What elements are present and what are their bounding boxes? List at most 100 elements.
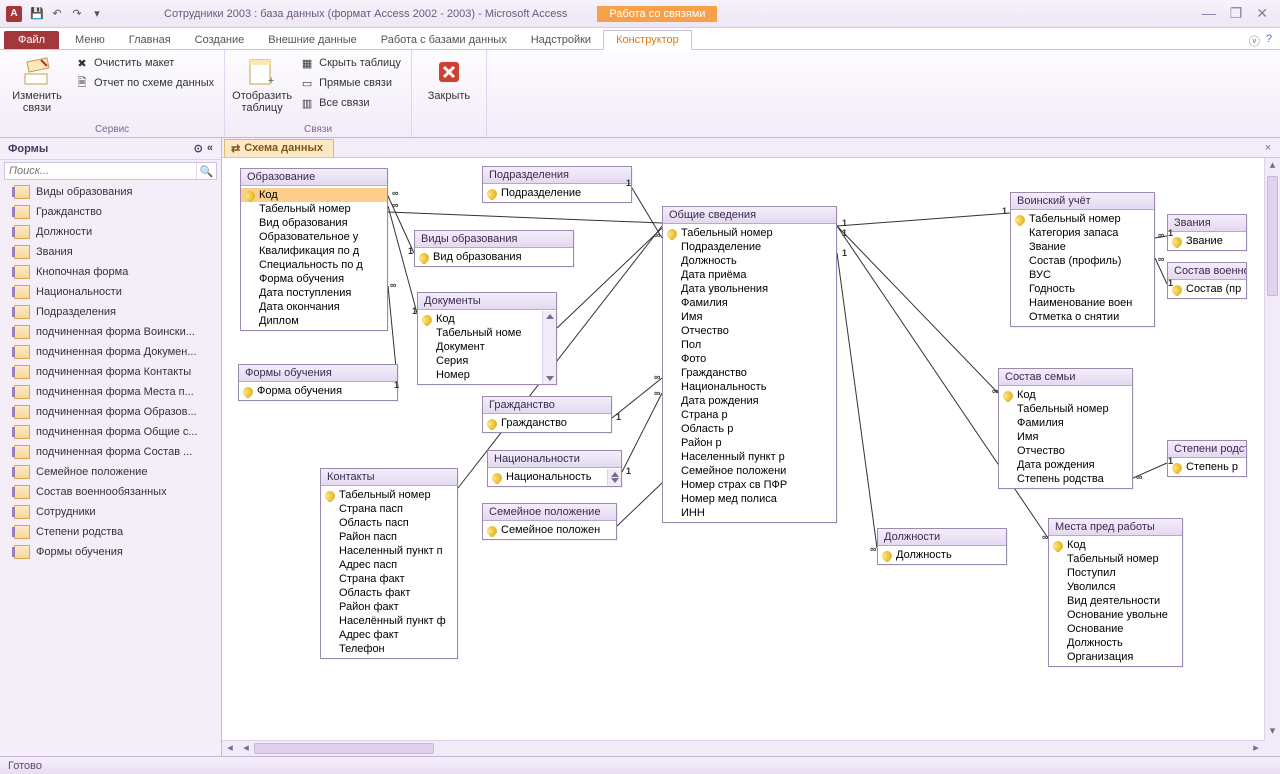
table-field[interactable]: Дата рождения bbox=[999, 458, 1132, 472]
close-button[interactable]: ✕ bbox=[1256, 5, 1268, 22]
table-title[interactable]: Состав семьи bbox=[999, 369, 1132, 386]
table-field[interactable]: Район р bbox=[663, 436, 836, 450]
table-podraz[interactable]: Подразделения Подразделение bbox=[482, 166, 632, 203]
search-icon[interactable]: 🔍 bbox=[196, 163, 216, 179]
table-field[interactable]: Национальность bbox=[663, 380, 836, 394]
table-field[interactable]: Степень родства bbox=[999, 472, 1132, 486]
table-field[interactable]: Фамилия bbox=[999, 416, 1132, 430]
table-dolzh[interactable]: ДолжностиДолжность bbox=[877, 528, 1007, 565]
table-field[interactable]: Табельный номер bbox=[1049, 552, 1182, 566]
help-icon[interactable]: ? bbox=[1266, 33, 1272, 49]
table-field[interactable]: Должность bbox=[663, 254, 836, 268]
table-field[interactable]: Код bbox=[418, 312, 556, 326]
hscroll-thumb[interactable] bbox=[254, 743, 434, 754]
table-obsh[interactable]: Общие сведенияТабельный номерПодразделен… bbox=[662, 206, 837, 523]
table-sostav[interactable]: Состав семьиКодТабельный номерФамилияИмя… bbox=[998, 368, 1133, 489]
table-field[interactable]: Отчество bbox=[999, 444, 1132, 458]
table-field[interactable]: Семейное положен bbox=[483, 523, 616, 537]
vscroll-thumb[interactable] bbox=[1267, 176, 1278, 296]
table-field[interactable]: Дата приёма bbox=[663, 268, 836, 282]
nav-item[interactable]: подчиненная форма Докумен... bbox=[0, 342, 221, 362]
nav-item[interactable]: подчиненная форма Места п... bbox=[0, 382, 221, 402]
nav-item[interactable]: Звания bbox=[0, 242, 221, 262]
table-field[interactable]: Область пасп bbox=[321, 516, 457, 530]
table-formy[interactable]: Формы обученияФорма обучения bbox=[238, 364, 398, 401]
table-field[interactable]: Адрес факт bbox=[321, 628, 457, 642]
scroll-left-icon[interactable]: ◂ bbox=[222, 741, 238, 756]
table-grazh[interactable]: ГражданствоГражданство bbox=[482, 396, 612, 433]
table-title[interactable]: Семейное положение bbox=[483, 504, 616, 521]
hide-table-button[interactable]: ▦Скрыть таблицу bbox=[297, 54, 403, 72]
table-title[interactable]: Звания bbox=[1168, 215, 1246, 232]
table-field[interactable]: Район факт bbox=[321, 600, 457, 614]
nav-item[interactable]: Национальности bbox=[0, 282, 221, 302]
table-voin[interactable]: Воинский учётТабельный номерКатегория за… bbox=[1010, 192, 1155, 327]
nav-item[interactable]: Степени родства bbox=[0, 522, 221, 542]
nav-item[interactable]: подчиненная форма Состав ... bbox=[0, 442, 221, 462]
scroll-left2-icon[interactable]: ◂ bbox=[238, 741, 254, 756]
table-field[interactable]: Вид деятельности bbox=[1049, 594, 1182, 608]
table-title[interactable]: Степени родст bbox=[1168, 441, 1246, 458]
table-title[interactable]: Виды образования bbox=[415, 231, 573, 248]
table-sostvo[interactable]: Состав военно Состав (пр bbox=[1167, 262, 1247, 299]
qat-save[interactable]: 💾 bbox=[28, 5, 46, 23]
table-title[interactable]: Контакты bbox=[321, 469, 457, 486]
direct-relations-button[interactable]: ▭Прямые связи bbox=[297, 74, 403, 92]
table-title[interactable]: Формы обучения bbox=[239, 365, 397, 382]
tab-create[interactable]: Создание bbox=[183, 31, 257, 49]
table-field[interactable]: Серия bbox=[418, 354, 556, 368]
table-field[interactable]: Страна факт bbox=[321, 572, 457, 586]
table-title[interactable]: Образование bbox=[241, 169, 387, 186]
table-field[interactable]: Адрес пасп bbox=[321, 558, 457, 572]
table-vidy[interactable]: Виды образованияВид образования bbox=[414, 230, 574, 267]
ribbon-minimize-icon[interactable]: ⓥ bbox=[1249, 33, 1260, 49]
nav-search-input[interactable] bbox=[5, 163, 196, 179]
qat-undo[interactable]: ↶ bbox=[48, 5, 66, 23]
table-field[interactable]: Организация bbox=[1049, 650, 1182, 664]
table-title[interactable]: Подразделения bbox=[483, 167, 631, 184]
table-field[interactable]: Имя bbox=[663, 310, 836, 324]
tab-dbtools[interactable]: Работа с базами данных bbox=[369, 31, 519, 49]
table-field[interactable]: Подразделение bbox=[483, 186, 631, 200]
table-field[interactable]: Область р bbox=[663, 422, 836, 436]
table-field[interactable]: Образовательное у bbox=[241, 230, 387, 244]
nav-item[interactable]: Сотрудники bbox=[0, 502, 221, 522]
table-field[interactable]: Национальность bbox=[488, 470, 621, 484]
nav-item[interactable]: Гражданство bbox=[0, 202, 221, 222]
tab-home[interactable]: Главная bbox=[117, 31, 183, 49]
table-field[interactable]: Населенный пункт р bbox=[663, 450, 836, 464]
table-field[interactable]: Отчество bbox=[663, 324, 836, 338]
nav-item[interactable]: подчиненная форма Воински... bbox=[0, 322, 221, 342]
table-title[interactable]: Состав военно bbox=[1168, 263, 1246, 280]
table-field[interactable]: Область факт bbox=[321, 586, 457, 600]
nav-item[interactable]: Кнопочная форма bbox=[0, 262, 221, 282]
table-field[interactable]: Дата рождения bbox=[663, 394, 836, 408]
table-field[interactable]: Фото bbox=[663, 352, 836, 366]
table-field[interactable]: Должность bbox=[878, 548, 1006, 562]
table-field[interactable]: Документ bbox=[418, 340, 556, 354]
nav-collapse-icon[interactable]: « bbox=[207, 142, 213, 155]
table-natz[interactable]: НациональностиНациональность bbox=[487, 450, 622, 487]
table-field[interactable]: Состав (пр bbox=[1168, 282, 1246, 296]
table-field[interactable]: Гражданство bbox=[663, 366, 836, 380]
relationships-canvas[interactable]: ОбразованиеКодТабельный номерВид образов… bbox=[222, 158, 1264, 740]
table-zvan[interactable]: ЗванияЗвание bbox=[1167, 214, 1247, 251]
qat-more[interactable]: ▾ bbox=[88, 5, 106, 23]
table-field[interactable]: Табельный номер bbox=[663, 226, 836, 240]
table-field[interactable]: Наименование воен bbox=[1011, 296, 1154, 310]
table-sem[interactable]: Семейное положение Семейное положен bbox=[482, 503, 617, 540]
tab-menu[interactable]: Меню bbox=[63, 31, 117, 49]
table-field[interactable]: Степень р bbox=[1168, 460, 1246, 474]
table-title[interactable]: Документы bbox=[418, 293, 556, 310]
table-title[interactable]: Гражданство bbox=[483, 397, 611, 414]
nav-item[interactable]: Семейное положение bbox=[0, 462, 221, 482]
table-field[interactable]: Телефон bbox=[321, 642, 457, 656]
table-title[interactable]: Общие сведения bbox=[663, 207, 836, 224]
tab-file[interactable]: Файл bbox=[4, 31, 59, 49]
table-scrollbar[interactable] bbox=[542, 311, 556, 384]
relation-report-button[interactable]: 🗎Отчет по схеме данных bbox=[72, 74, 216, 92]
nav-dropdown-icon[interactable]: ⊙ bbox=[194, 142, 203, 155]
table-field[interactable]: Табельный номе bbox=[418, 326, 556, 340]
table-title[interactable]: Места пред работы bbox=[1049, 519, 1182, 536]
table-field[interactable]: Дата увольнения bbox=[663, 282, 836, 296]
